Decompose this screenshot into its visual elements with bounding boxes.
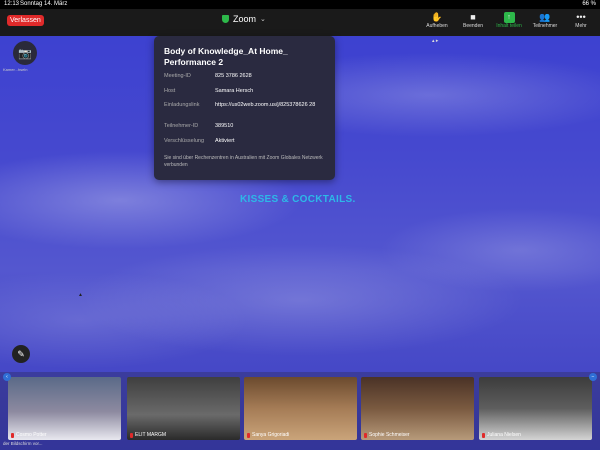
stop-video-button[interactable]: ■ Beenden <box>458 12 488 29</box>
participant-name: Sophie Schmeiser <box>369 432 410 438</box>
participant-tile[interactable]: ELIT MARGM <box>127 377 240 440</box>
annotate-button[interactable]: ✎ <box>12 345 30 363</box>
shared-screen: 12:13 Sonntag 14. März 66 % Verlassen Zo… <box>0 0 600 450</box>
participant-name: Sanya Grigoriadi <box>252 432 290 438</box>
raise-hand-button[interactable]: ✋ Aufheben <box>422 12 452 29</box>
app-title: Zoom <box>233 14 257 24</box>
video-gallery: Cosmo Potter ELIT MARGM Sanya Grigoriadi… <box>0 372 600 450</box>
invite-link[interactable]: https://us02web.zoom.us/j/825378626 28 <box>215 102 330 109</box>
status-time: 12:13 <box>4 1 20 7</box>
info-key: Host <box>164 88 176 94</box>
info-value: Samara Hersch <box>215 88 254 94</box>
camera-icon: 📷 <box>18 47 32 60</box>
participant-name-tag: Juliana Nielsen <box>482 432 521 438</box>
status-date: Sonntag 14. März <box>20 1 68 7</box>
muted-mic-icon <box>482 432 485 438</box>
participant-name: Juliana Nielsen <box>487 432 521 438</box>
participant-name-tag: Sophie Schmeiser <box>364 432 410 438</box>
participant-name: Cosmo Potter <box>16 432 47 438</box>
leave-button[interactable]: Verlassen <box>7 15 44 26</box>
participant-tile[interactable]: Sophie Schmeiser <box>361 377 474 440</box>
info-key: Verschlüsselung <box>164 138 205 144</box>
more-button[interactable]: ••• Mehr <box>566 12 596 29</box>
muted-mic-icon <box>364 432 367 438</box>
muted-mic-icon <box>130 432 133 438</box>
raise-hand-icon: ✋ <box>431 12 443 22</box>
participant-name-tag: Sanya Grigoriadi <box>247 432 289 438</box>
more-label: Mehr <box>575 23 587 29</box>
chevron-down-icon: ⌄ <box>260 16 266 23</box>
switch-camera-label: Kamer...hseln <box>3 67 28 72</box>
gallery-prev-button[interactable]: ‹ <box>3 373 11 381</box>
info-key: Teilnehmer-ID <box>164 123 199 129</box>
toolbar-actions: ✋ Aufheben ■ Beenden ↑ Inhalt teilen 👥 T… <box>422 12 596 29</box>
gallery-collapse-button[interactable]: − <box>589 373 597 381</box>
meeting-title[interactable]: Zoom ⌄ <box>222 14 266 24</box>
switch-camera-button[interactable]: 📷 <box>13 41 37 65</box>
raise-hand-label: Aufheben <box>426 23 448 29</box>
info-value: 389510 <box>215 123 234 129</box>
stop-video-icon: ■ <box>470 12 476 22</box>
status-bar: 12:13 Sonntag 14. März 66 % <box>0 0 600 9</box>
participant-tile[interactable]: Sanya Grigoriadi <box>244 377 357 440</box>
meeting-toolbar: Verlassen Zoom ⌄ ✋ Aufheben ■ Beenden ↑ … <box>0 9 600 36</box>
datacenter-note: Sie sind über Rechenzentren in Australie… <box>164 155 323 168</box>
pencil-icon: ✎ <box>17 349 25 359</box>
meeting-name: Body of Knowledge_At Home_ Performance 2 <box>164 46 288 67</box>
info-key: Meeting-ID <box>164 73 191 79</box>
bottom-caption: der Bildschirm vor... <box>3 441 43 446</box>
participant-name: ELIT MARGM <box>135 432 167 438</box>
share-icon: ↑ <box>503 12 515 23</box>
participant-tile[interactable]: Juliana Nielsen <box>479 377 592 440</box>
shared-screen-banner: KISSES & COCKTAILS. <box>240 194 356 205</box>
stop-video-label: Beenden <box>462 23 484 29</box>
shield-icon <box>222 15 229 23</box>
participant-name-tag: Cosmo Potter <box>11 432 47 438</box>
participant-name-tag: ELIT MARGM <box>130 432 166 438</box>
participants-icon: 👥 <box>539 12 551 22</box>
battery-level: 66 % <box>582 1 596 7</box>
minus-icon: − <box>591 374 595 380</box>
more-icon: ••• <box>576 12 586 22</box>
participant-tile[interactable]: Cosmo Potter <box>8 377 121 440</box>
participants-button[interactable]: 👥 Teilnehmer <box>530 12 560 29</box>
info-value[interactable]: 825 3786 2628 <box>215 73 330 80</box>
participants-label: Teilnehmer <box>532 23 558 29</box>
muted-mic-icon <box>247 432 250 438</box>
info-value: Aktiviert <box>215 138 235 144</box>
share-content-button[interactable]: ↑ Inhalt teilen <box>494 12 524 29</box>
info-key: Einladungslink <box>164 102 200 108</box>
pointer-indicator: ▴ ▸ <box>432 38 439 44</box>
muted-mic-icon <box>11 432 14 438</box>
meeting-info-popover: Body of Knowledge_At Home_ Performance 2… <box>154 36 335 180</box>
mouse-pointer-icon: ▲ <box>78 292 83 298</box>
share-label: Inhalt teilen <box>496 23 522 29</box>
chevron-left-icon: ‹ <box>6 374 8 380</box>
